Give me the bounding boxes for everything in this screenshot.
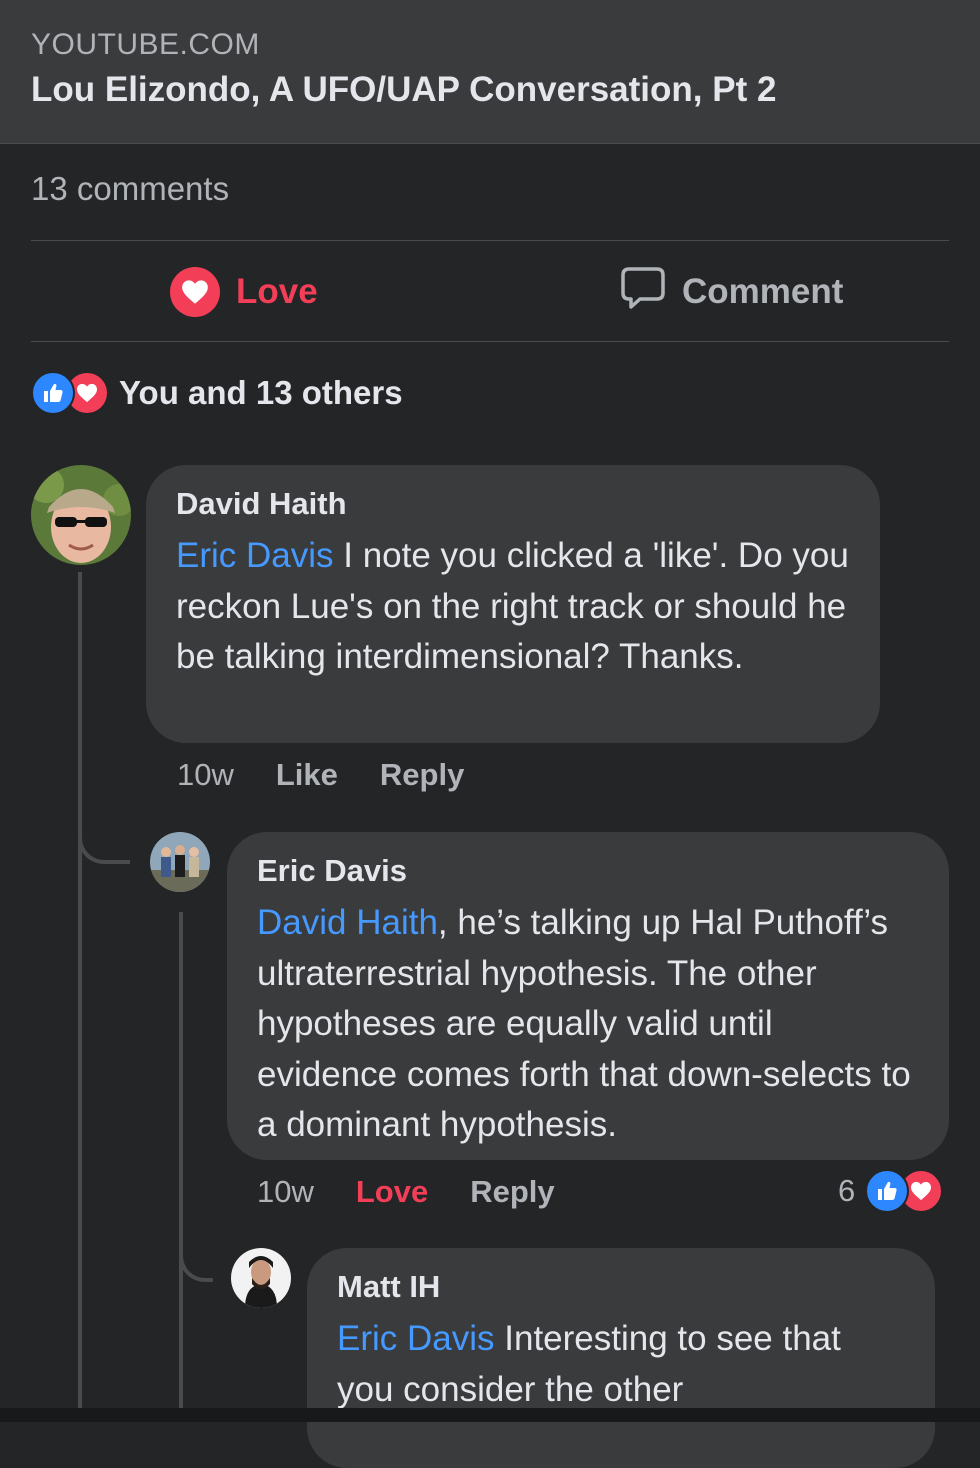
divider: [31, 341, 949, 342]
comment-meta: 10w Like Reply: [177, 755, 464, 795]
reactions-summary-text: You and 13 others: [119, 374, 403, 411]
thread-connector: [78, 800, 130, 864]
thread-line: [78, 572, 82, 1408]
avatar[interactable]: [31, 465, 131, 565]
reactions-summary[interactable]: You and 13 others: [31, 370, 403, 416]
like-icon: [865, 1169, 910, 1213]
comment-author[interactable]: David Haith: [176, 485, 850, 523]
like-button[interactable]: Like: [276, 757, 338, 793]
reply-button[interactable]: Reply: [380, 757, 464, 793]
avatar[interactable]: [231, 1248, 291, 1308]
comment-icon: [620, 265, 666, 320]
love-button[interactable]: Love: [170, 264, 318, 320]
comment-bubble: David Haith Eric Davis I note you clicke…: [146, 465, 880, 743]
comment-author[interactable]: Eric Davis: [257, 852, 919, 890]
comment-text: Eric Davis I note you clicked a 'like'. …: [176, 531, 850, 683]
reply-button[interactable]: Reply: [470, 1174, 554, 1210]
heart-icon: [170, 267, 220, 317]
avatar[interactable]: [150, 832, 210, 892]
comment-meta: 10w Love Reply: [257, 1172, 555, 1212]
comment-count[interactable]: 13 comments: [31, 170, 229, 208]
comment-text: Eric Davis Interesting to see that you c…: [337, 1314, 905, 1415]
comment-button-label: Comment: [682, 272, 844, 311]
comment-reactions[interactable]: 6: [838, 1168, 944, 1214]
comment-author[interactable]: Matt IH: [337, 1268, 905, 1306]
comment-timestamp[interactable]: 10w: [257, 1174, 314, 1210]
comment-timestamp[interactable]: 10w: [177, 757, 234, 793]
comment-bubble: Matt IH Eric Davis Interesting to see th…: [307, 1248, 935, 1468]
mention-link[interactable]: Eric Davis: [337, 1319, 495, 1358]
love-button-label: Love: [236, 272, 318, 311]
link-preview[interactable]: YOUTUBE.COM Lou Elizondo, A UFO/UAP Conv…: [0, 0, 980, 144]
reaction-count: 6: [838, 1173, 856, 1208]
mention-link[interactable]: David Haith: [257, 903, 438, 942]
mention-link[interactable]: Eric Davis: [176, 536, 334, 575]
love-reaction-button[interactable]: Love: [356, 1174, 428, 1210]
link-domain: YOUTUBE.COM: [31, 28, 260, 61]
like-icon: [31, 371, 75, 415]
bottom-bar: [0, 1408, 980, 1422]
thread-connector: [179, 1220, 213, 1282]
comment-button[interactable]: Comment: [620, 264, 843, 320]
divider: [31, 240, 949, 241]
thread-line: [179, 912, 183, 1408]
comment-text: David Haith, he’s talking up Hal Puthoff…: [257, 898, 919, 1151]
link-title[interactable]: Lou Elizondo, A UFO/UAP Conversation, Pt…: [31, 70, 776, 110]
comment-bubble: Eric Davis David Haith, he’s talking up …: [227, 832, 949, 1160]
